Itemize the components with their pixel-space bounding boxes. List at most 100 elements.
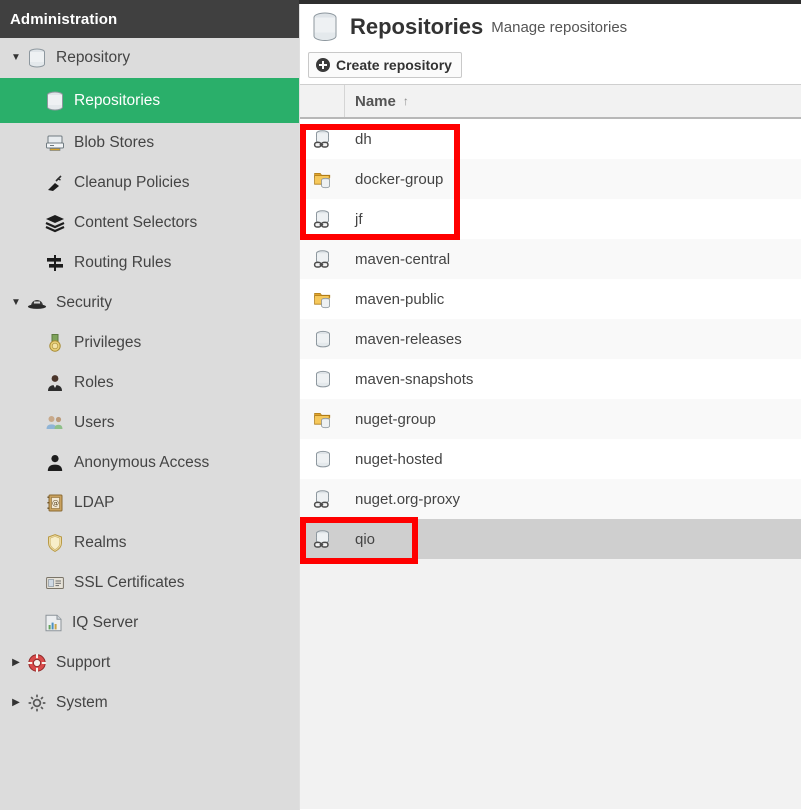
sidebar-item-ssl-certificates[interactable]: SSL Certificates (0, 563, 299, 603)
sidebar-item-content-selectors[interactable]: Content Selectors (0, 203, 299, 243)
repo-hosted-icon (300, 369, 345, 389)
sidebar-item-routing-rules[interactable]: Routing Rules (0, 243, 299, 283)
sidebar-item-roles[interactable]: Roles (0, 363, 299, 403)
table-row[interactable]: jf (300, 199, 801, 239)
sidebar-item-support[interactable]: ▶ Support (0, 643, 299, 683)
page-subtitle: Manage repositories (491, 18, 628, 36)
person-icon (42, 453, 68, 473)
toolbar: Create repository (300, 46, 801, 84)
repo-group-icon (300, 289, 345, 309)
security-hat-icon (24, 293, 50, 313)
repo-proxy-icon (300, 529, 345, 549)
repo-proxy-icon (300, 209, 345, 229)
sidebar-item-label: SSL Certificates (74, 574, 185, 592)
repositories-table: Name ↑ dh docker-group jf maven-central mave… (300, 84, 801, 809)
sidebar-item-repositories[interactable]: Repositories (0, 78, 299, 123)
table-header-row: Name ↑ (300, 85, 801, 119)
lifebuoy-icon (24, 653, 50, 673)
repository-name: nuget.org-proxy (355, 490, 461, 508)
sidebar-item-realms[interactable]: Realms (0, 523, 299, 563)
sidebar-item-label: Roles (74, 374, 114, 392)
database-icon (24, 48, 50, 68)
sidebar-item-label: Repositories (74, 91, 161, 109)
sidebar-item-system[interactable]: ▶ System (0, 683, 299, 723)
table-row[interactable]: docker-group (300, 159, 801, 199)
chevron-down-icon[interactable]: ▼ (8, 298, 24, 308)
sidebar-item-label: Content Selectors (74, 214, 198, 232)
create-repository-button[interactable]: Create repository (308, 52, 462, 78)
sort-ascending-icon: ↑ (402, 94, 409, 108)
repo-hosted-icon (300, 449, 345, 469)
sidebar-item-label: Privileges (74, 334, 142, 352)
column-header-icon (300, 85, 345, 117)
sidebar-header-label: Administration (10, 10, 118, 28)
sidebar-item-label: Routing Rules (74, 254, 172, 272)
table-row[interactable]: nuget.org-proxy (300, 479, 801, 519)
layers-icon (42, 213, 68, 233)
sidebar-item-security[interactable]: ▼ Security (0, 283, 299, 323)
repository-name: jf (355, 210, 363, 228)
sidebar-item-label: Realms (74, 534, 127, 552)
sidebar-nav: ▼ Repository Repositories Blob Stores Cleanu… (0, 38, 299, 723)
sidebar-item-label: Anonymous Access (74, 454, 210, 472)
address-book-icon: @ (42, 493, 68, 513)
sidebar-item-ldap[interactable]: @ LDAP (0, 483, 299, 523)
table-row[interactable]: nuget-hosted (300, 439, 801, 479)
sidebar-header: Administration (0, 0, 299, 38)
users-icon (42, 413, 68, 433)
table-body: dh docker-group jf maven-central maven-publi… (300, 119, 801, 559)
shield-icon (42, 533, 68, 553)
column-header-name[interactable]: Name ↑ (345, 85, 801, 117)
repository-name: maven-central (355, 250, 451, 268)
chevron-right-icon[interactable]: ▶ (8, 658, 24, 668)
sidebar-item-cleanup-policies[interactable]: Cleanup Policies (0, 163, 299, 203)
sidebar: Administration ▼ Repository Repositories Bl… (0, 0, 299, 810)
repository-name: qio (355, 530, 376, 548)
repository-name: docker-group (355, 170, 444, 188)
sidebar-item-label: System (56, 694, 108, 712)
repo-proxy-icon (300, 129, 345, 149)
page-title: Repositories (350, 14, 484, 39)
iq-server-icon (40, 613, 66, 633)
sidebar-item-iq-server[interactable]: IQ Server (0, 603, 299, 643)
repository-name: dh (355, 130, 372, 148)
column-header-name-label: Name (355, 92, 396, 110)
sidebar-item-label: LDAP (74, 494, 115, 512)
sidebar-item-label: IQ Server (72, 614, 139, 632)
table-row[interactable]: maven-snapshots (300, 359, 801, 399)
table-row[interactable]: maven-releases (300, 319, 801, 359)
repo-hosted-icon (300, 329, 345, 349)
plus-circle-icon (316, 58, 330, 72)
repository-name: nuget-group (355, 410, 436, 428)
repository-name: maven-snapshots (355, 370, 474, 388)
roles-person-icon (42, 373, 68, 393)
create-repository-label: Create repository (336, 57, 452, 73)
sidebar-item-anonymous-access[interactable]: Anonymous Access (0, 443, 299, 483)
table-row[interactable]: qio (300, 519, 801, 559)
repository-name: maven-public (355, 290, 445, 308)
table-empty-area (300, 559, 801, 809)
blob-store-icon (42, 133, 68, 153)
sidebar-item-label: Blob Stores (74, 134, 155, 152)
table-row[interactable]: maven-central (300, 239, 801, 279)
broom-icon (42, 173, 68, 193)
gear-icon (24, 693, 50, 713)
sidebar-item-blob-stores[interactable]: Blob Stores (0, 123, 299, 163)
table-row[interactable]: maven-public (300, 279, 801, 319)
sidebar-item-users[interactable]: Users (0, 403, 299, 443)
chevron-right-icon[interactable]: ▶ (8, 698, 24, 708)
database-icon (312, 12, 338, 42)
repo-proxy-icon (300, 489, 345, 509)
sidebar-item-repository[interactable]: ▼ Repository (0, 38, 299, 78)
chevron-down-icon[interactable]: ▼ (8, 53, 24, 63)
table-row[interactable]: nuget-group (300, 399, 801, 439)
repository-name: nuget-hosted (355, 450, 443, 468)
medal-icon (42, 333, 68, 353)
repository-name: maven-releases (355, 330, 462, 348)
app-root: Administration ▼ Repository Repositories Bl… (0, 0, 801, 810)
repo-proxy-icon (300, 249, 345, 269)
table-row[interactable]: dh (300, 119, 801, 159)
svg-text:@: @ (52, 500, 59, 508)
repo-group-icon (300, 169, 345, 189)
sidebar-item-privileges[interactable]: Privileges (0, 323, 299, 363)
